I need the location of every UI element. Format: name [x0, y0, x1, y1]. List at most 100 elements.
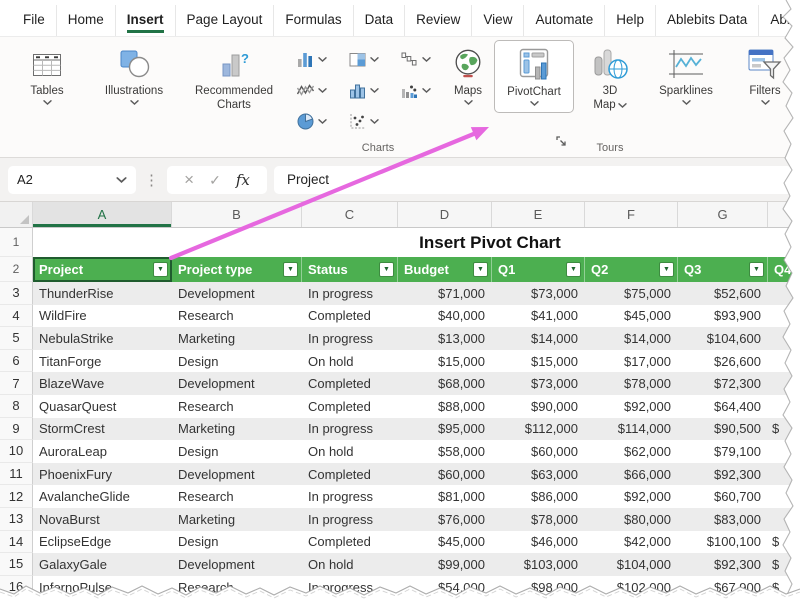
cell-q2[interactable]: $92,000	[585, 395, 678, 418]
cell-q1[interactable]: $41,000	[492, 305, 585, 328]
cell-budget[interactable]: $45,000	[398, 531, 492, 554]
cell-q3[interactable]: $92,300	[678, 463, 768, 486]
formula-input[interactable]: Project	[274, 166, 792, 194]
cell-status[interactable]: In progress	[302, 576, 398, 599]
maps-button[interactable]: Maps	[442, 37, 494, 105]
cell-status[interactable]: Completed	[302, 463, 398, 486]
cell-project[interactable]: AuroraLeap	[33, 440, 172, 463]
cell-q1[interactable]: $14,000	[492, 327, 585, 350]
tab-data[interactable]: Data	[353, 5, 405, 36]
row-number[interactable]: 2	[0, 257, 33, 282]
cell-q4[interactable]	[768, 395, 800, 418]
cell-q4[interactable]	[768, 350, 800, 373]
cell-q2[interactable]: $92,000	[585, 485, 678, 508]
cell-budget[interactable]: $76,000	[398, 508, 492, 531]
cell-project[interactable]: ThunderRise	[33, 282, 172, 305]
cell-project[interactable]: StormCrest	[33, 418, 172, 441]
cell-q1[interactable]: $103,000	[492, 553, 585, 576]
cell-type[interactable]: Development	[172, 463, 302, 486]
cell-type[interactable]: Research	[172, 485, 302, 508]
insert-function-icon[interactable]: fx	[236, 171, 250, 189]
cell-q3[interactable]: $64,400	[678, 395, 768, 418]
cell-status[interactable]: In progress	[302, 418, 398, 441]
enter-icon[interactable]: ✓	[209, 173, 221, 187]
cell-type[interactable]: Design	[172, 350, 302, 373]
cell-type[interactable]: Research	[172, 395, 302, 418]
cell-type[interactable]: Research	[172, 576, 302, 599]
cell-q3[interactable]: $67,900	[678, 576, 768, 599]
cell-project[interactable]: QuasarQuest	[33, 395, 172, 418]
cell-q2[interactable]: $62,000	[585, 440, 678, 463]
cell-q4[interactable]	[768, 372, 800, 395]
row-number[interactable]: 9	[0, 418, 33, 441]
cell-q4[interactable]	[768, 440, 800, 463]
cell-q1[interactable]: $78,000	[492, 508, 585, 531]
tab-page-layout[interactable]: Page Layout	[175, 5, 274, 36]
column-chart-button[interactable]	[286, 44, 338, 75]
row-number[interactable]: 8	[0, 395, 33, 418]
cell-type[interactable]: Research	[172, 305, 302, 328]
cell-q3[interactable]: $52,600	[678, 282, 768, 305]
cell-q1[interactable]: $90,000	[492, 395, 585, 418]
cell-budget[interactable]: $60,000	[398, 463, 492, 486]
cell-budget[interactable]: $40,000	[398, 305, 492, 328]
cell-budget[interactable]: $95,000	[398, 418, 492, 441]
cell-q3[interactable]: $83,000	[678, 508, 768, 531]
tab-ablebits-to[interactable]: Ablebits To	[758, 5, 800, 36]
cell-status[interactable]: Completed	[302, 372, 398, 395]
filter-dropdown-icon[interactable]: ▼	[473, 262, 488, 277]
cell-q2[interactable]: $45,000	[585, 305, 678, 328]
header-cell-q3[interactable]: Q3 ▼	[678, 257, 768, 282]
header-cell-q1[interactable]: Q1 ▼	[492, 257, 585, 282]
cell-status[interactable]: Completed	[302, 305, 398, 328]
charts-dialog-launcher-icon[interactable]	[556, 135, 568, 153]
column-header-c[interactable]: C	[302, 202, 398, 227]
cell-q3[interactable]: $100,100	[678, 531, 768, 554]
filters-button[interactable]: Filters	[730, 37, 800, 105]
tab-view[interactable]: View	[471, 5, 523, 36]
cell-status[interactable]: Completed	[302, 395, 398, 418]
filter-dropdown-icon[interactable]: ▼	[153, 262, 168, 277]
cell-type[interactable]: Development	[172, 553, 302, 576]
cell-project[interactable]: PhoenixFury	[33, 463, 172, 486]
cell-budget[interactable]: $13,000	[398, 327, 492, 350]
tab-automate[interactable]: Automate	[523, 5, 604, 36]
cell-status[interactable]: On hold	[302, 553, 398, 576]
scatter-chart-button[interactable]	[338, 106, 390, 137]
tab-home[interactable]: Home	[56, 5, 115, 36]
filter-dropdown-icon[interactable]: ▼	[566, 262, 581, 277]
tab-insert[interactable]: Insert	[115, 5, 175, 36]
cell-q4[interactable]	[768, 508, 800, 531]
illustrations-button[interactable]: Illustrations	[90, 37, 178, 105]
3d-map-button[interactable]: 3DMap	[578, 37, 642, 113]
row-number[interactable]: 11	[0, 463, 33, 486]
name-box[interactable]: A2	[8, 166, 136, 194]
cell-type[interactable]: Development	[172, 282, 302, 305]
cell-type[interactable]: Marketing	[172, 327, 302, 350]
cell-q2[interactable]: $14,000	[585, 327, 678, 350]
cell-project[interactable]: BlazeWave	[33, 372, 172, 395]
cell-budget[interactable]: $54,000	[398, 576, 492, 599]
cell-type[interactable]: Design	[172, 531, 302, 554]
cell-budget[interactable]: $15,000	[398, 350, 492, 373]
cell-budget[interactable]: $58,000	[398, 440, 492, 463]
row-number[interactable]: 4	[0, 305, 33, 328]
cell-q3[interactable]: $79,100	[678, 440, 768, 463]
filter-dropdown-icon[interactable]: ▼	[659, 262, 674, 277]
filter-dropdown-icon[interactable]: ▼	[749, 262, 764, 277]
cell-project[interactable]: AvalancheGlide	[33, 485, 172, 508]
header-cell-budget[interactable]: Budget ▼	[398, 257, 492, 282]
line-chart-button[interactable]	[286, 75, 338, 106]
recommended-charts-button[interactable]: ? RecommendedCharts	[182, 37, 286, 113]
cell-project[interactable]: InfernoPulse	[33, 576, 172, 599]
tables-button[interactable]: Tables	[8, 37, 86, 105]
cell-q3[interactable]: $26,600	[678, 350, 768, 373]
sparklines-button[interactable]: Sparklines	[646, 37, 726, 105]
column-header-g[interactable]: G	[678, 202, 768, 227]
row-number[interactable]: 7	[0, 372, 33, 395]
cell-project[interactable]: TitanForge	[33, 350, 172, 373]
cell-project[interactable]: WildFire	[33, 305, 172, 328]
cell-status[interactable]: In progress	[302, 327, 398, 350]
tab-ablebits-data[interactable]: Ablebits Data	[655, 5, 758, 36]
waterfall-chart-button[interactable]	[390, 44, 442, 75]
